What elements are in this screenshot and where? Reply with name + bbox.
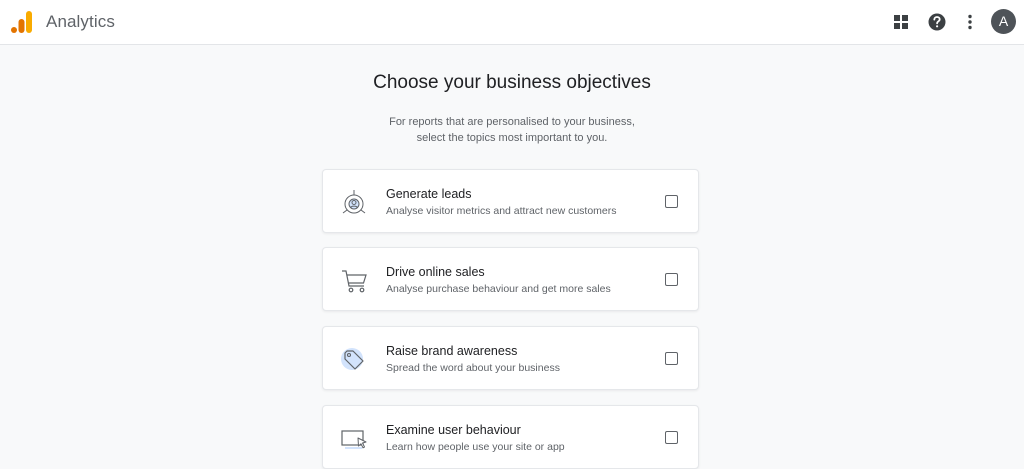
leads-target-icon bbox=[342, 190, 366, 214]
help-icon[interactable] bbox=[927, 12, 947, 32]
screen-cursor-icon bbox=[341, 430, 367, 449]
objective-title: Examine user behaviour bbox=[386, 423, 521, 437]
objective-title: Raise brand awareness bbox=[386, 344, 518, 358]
checkbox-generate-leads[interactable] bbox=[665, 195, 678, 208]
objective-card-generate-leads[interactable]: Generate leads Analyse visitor metrics a… bbox=[322, 169, 699, 233]
subtitle-line-1: For reports that are personalised to you… bbox=[389, 116, 635, 128]
objective-card-drive-online-sales[interactable]: Drive online sales Analyse purchase beha… bbox=[322, 247, 699, 311]
apps-grid-icon[interactable] bbox=[891, 12, 911, 32]
objective-description: Analyse purchase behaviour and get more … bbox=[386, 283, 611, 295]
top-app-bar: Analytics A bbox=[0, 0, 1024, 45]
page-title: Choose your business objectives bbox=[373, 72, 651, 93]
more-vert-icon[interactable] bbox=[960, 12, 980, 32]
analytics-logo-icon[interactable] bbox=[11, 11, 33, 33]
checkbox-drive-online-sales[interactable] bbox=[665, 273, 678, 286]
price-tag-icon bbox=[341, 348, 364, 370]
account-avatar[interactable]: A bbox=[991, 9, 1016, 34]
checkbox-examine-user-behaviour[interactable] bbox=[665, 431, 678, 444]
page-subtitle: For reports that are personalised to you… bbox=[0, 115, 1024, 146]
objective-title: Drive online sales bbox=[386, 265, 485, 279]
app-title: Analytics bbox=[46, 12, 115, 31]
shopping-cart-icon bbox=[342, 270, 367, 293]
objective-description: Learn how people use your site or app bbox=[386, 441, 565, 453]
subtitle-line-2: select the topics most important to you. bbox=[416, 131, 608, 144]
objective-title: Generate leads bbox=[386, 187, 472, 201]
objective-card-examine-user-behaviour[interactable]: Examine user behaviour Learn how people … bbox=[322, 405, 699, 469]
objective-card-raise-brand-awareness[interactable]: Raise brand awareness Spread the word ab… bbox=[322, 326, 699, 390]
objective-description: Spread the word about your business bbox=[386, 362, 560, 374]
checkbox-raise-brand-awareness[interactable] bbox=[665, 352, 678, 365]
objective-description: Analyse visitor metrics and attract new … bbox=[386, 205, 617, 217]
